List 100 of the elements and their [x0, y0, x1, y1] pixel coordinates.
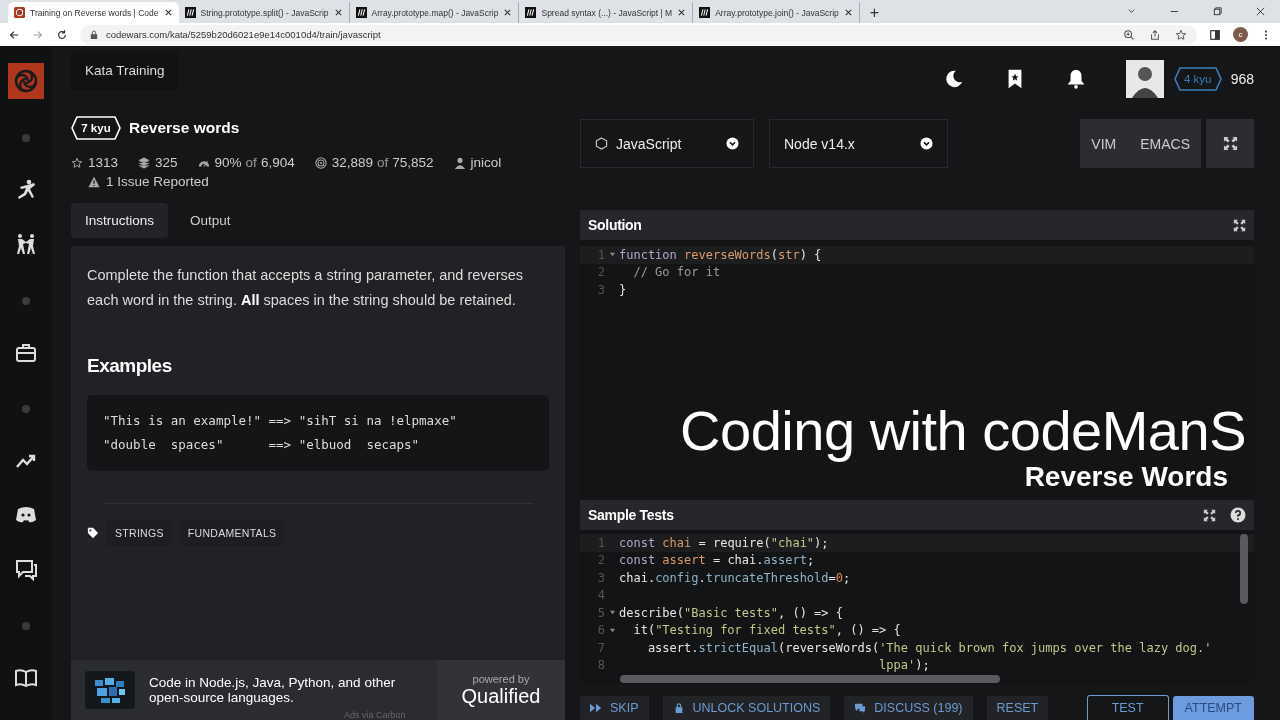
layers-icon	[138, 156, 151, 169]
video-subtitle: Reverse Words	[1024, 462, 1228, 492]
code-line: "This is an example!" ==> "sihT si na !elpmaxe"	[103, 412, 458, 430]
action-button[interactable]: SKIP	[580, 696, 649, 720]
panel-title: Sample Tests	[588, 507, 674, 523]
line-number: 2	[596, 265, 605, 280]
code-line: function reverseWords(str) {	[619, 247, 822, 262]
chevron-down-icon	[726, 137, 739, 150]
honor-score: 968	[1230, 71, 1254, 87]
line-number: 2	[596, 553, 605, 568]
code-line: const chai = require("chai");	[619, 535, 829, 550]
dropdown[interactable]: JavaScript	[580, 119, 754, 168]
sponsor-panel[interactable]: powered by Qualified	[437, 660, 565, 720]
code-line: assert.strictEqual(reverseWords('The quick brown fox jumps over the lazy dog.'	[646, 640, 1212, 655]
logo-icon	[525, 7, 537, 18]
code-line: const assert = chai.assert;	[619, 553, 815, 568]
code-line: }	[619, 282, 627, 297]
side-panel-icon[interactable]	[1209, 28, 1221, 41]
action-button[interactable]: RESET	[986, 696, 1049, 720]
rank-badge: 4 kyu	[1173, 67, 1222, 91]
tag-icon	[87, 527, 99, 539]
new-tab-button[interactable]: +	[869, 3, 880, 23]
chevron-down-icon	[920, 137, 933, 150]
chat-icon[interactable]	[14, 557, 38, 582]
fold-icon[interactable]	[608, 251, 616, 259]
panel-title: Solution	[588, 217, 642, 233]
line-number: 1	[596, 535, 605, 550]
instructions-text: Complete the function that accepts a string parameter, and reverses each word in the string. All spaces in the string should be retained.	[87, 266, 525, 310]
editor-mode-button[interactable]: EMACS	[1140, 135, 1190, 152]
zoom-icon[interactable]	[1123, 28, 1135, 41]
help-icon[interactable]	[1230, 507, 1246, 523]
action-button[interactable]: TEST	[1086, 695, 1169, 720]
stat-value: 90% of 6,904	[214, 155, 295, 170]
issue-count[interactable]: 1 Issue Reported	[106, 174, 209, 189]
fullscreen-icon[interactable]	[1233, 218, 1246, 232]
target-icon	[314, 156, 327, 169]
code-line: describe("Basic tests", () => {	[619, 605, 843, 620]
user-icon	[453, 156, 466, 169]
stat-value: 1313	[88, 155, 119, 170]
star-icon	[71, 156, 83, 169]
address-field[interactable]: codewars.com/kata/5259b20d6021e9e14c0010d4/train/javascript	[80, 24, 1197, 45]
stat-value: jnicol	[470, 155, 502, 170]
dot-icon	[22, 134, 30, 143]
logo-icon	[355, 7, 367, 18]
share-icon[interactable]	[1149, 28, 1161, 41]
fullscreen-icon	[1222, 136, 1238, 151]
tab[interactable]: Instructions	[71, 203, 169, 238]
fullscreen-button[interactable]	[1206, 119, 1254, 168]
line-number: 5	[596, 605, 605, 620]
profile-avatar[interactable]: c	[1233, 27, 1248, 42]
code-line: lppa');	[878, 658, 930, 673]
fold-icon[interactable]	[608, 609, 616, 617]
restore-icon[interactable]	[1212, 6, 1223, 17]
action-button[interactable]: UNLOCK SOLUTIONS	[662, 696, 831, 720]
fighters-icon[interactable]	[14, 232, 38, 257]
line-number: 1	[596, 247, 605, 262]
scrollbar[interactable]	[620, 675, 1000, 683]
close-icon[interactable]	[163, 8, 173, 17]
code-line: "double spaces" ==> "elbuod secaps"	[103, 436, 421, 454]
dropdown[interactable]: Node v14.x	[769, 119, 948, 168]
tag[interactable]: STRINGS	[107, 520, 172, 546]
dot-icon	[22, 404, 30, 413]
code-line: chai.config.truncateThreshold=0;	[619, 570, 851, 585]
warning-icon	[88, 175, 100, 188]
examples-heading: Examples	[87, 355, 173, 377]
reload-icon[interactable]	[56, 28, 68, 41]
editor-mode-button[interactable]: VIM	[1091, 135, 1117, 152]
rank-badge: 7 kyu	[71, 116, 121, 140]
line-number: 7	[596, 640, 605, 655]
avatar[interactable]	[1125, 60, 1164, 98]
stat-value: 325	[155, 155, 178, 170]
close-icon[interactable]	[503, 8, 513, 17]
logo-icon[interactable]	[8, 63, 44, 99]
line-number: 3	[596, 282, 605, 297]
browser-tab[interactable]: Training on Reverse words | Code	[8, 2, 179, 23]
code-line: it("Testing for fixed tests", () => {	[632, 623, 901, 638]
ad-text[interactable]: Code in Node.js, Java, Python, and other open-source languages.	[149, 675, 409, 705]
close-icon[interactable]	[1255, 6, 1266, 17]
logo-icon	[14, 7, 25, 18]
fold-icon[interactable]	[608, 626, 616, 634]
close-icon[interactable]	[333, 8, 343, 17]
fullscreen-icon[interactable]	[1203, 508, 1216, 522]
line-number: 4	[596, 588, 605, 603]
line-number: 3	[596, 570, 605, 585]
video-title: Coding with codeManS	[680, 400, 1246, 462]
logo-icon	[699, 7, 711, 18]
star-icon[interactable]	[1175, 28, 1187, 41]
close-icon[interactable]	[843, 8, 853, 17]
back-icon[interactable]	[8, 28, 20, 41]
tag[interactable]: FUNDAMENTALS	[179, 520, 285, 546]
sponsor-name: Qualified	[461, 684, 541, 708]
tab[interactable]: Output	[176, 203, 245, 238]
stat-value: 32,889 of 75,852	[331, 155, 434, 170]
dot-icon	[22, 621, 30, 630]
lock-icon	[90, 29, 98, 40]
page-title: Kata Training	[71, 50, 179, 90]
scrollbar[interactable]	[1240, 534, 1248, 604]
action-button[interactable]: DISCUSS (199)	[844, 696, 973, 720]
skip-icon	[590, 703, 602, 713]
close-icon[interactable]	[677, 8, 687, 17]
